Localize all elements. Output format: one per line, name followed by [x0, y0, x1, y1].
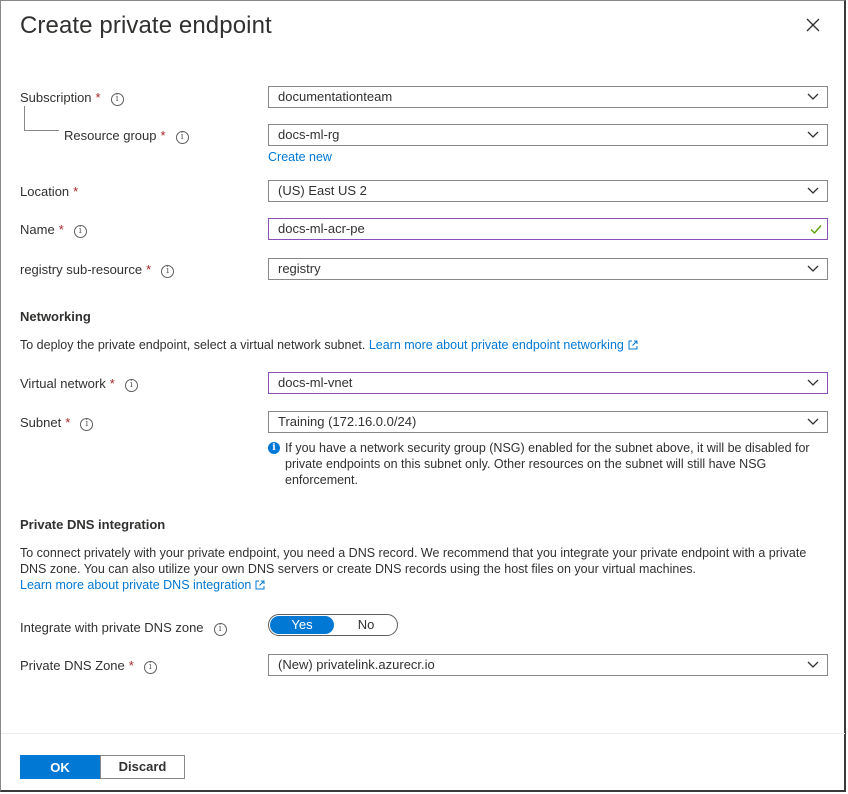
required-asterisk: *: [73, 184, 79, 199]
info-icon[interactable]: i: [213, 623, 227, 636]
dialog-title: Create private endpoint: [20, 12, 272, 39]
chevron-down-icon: [807, 131, 819, 138]
virtual-network-dropdown[interactable]: docs-ml-vnet: [268, 372, 828, 394]
learn-more-dns-link[interactable]: Learn more about private DNS integration: [20, 578, 265, 592]
name-input[interactable]: docs-ml-acr-pe: [268, 218, 828, 240]
tree-connector: [24, 106, 59, 131]
nsg-info-message: i If you have a network security group (…: [268, 440, 833, 488]
checkmark-icon: [810, 225, 822, 235]
resource-group-dropdown[interactable]: docs-ml-rg: [268, 124, 828, 146]
dns-zone-dropdown[interactable]: (New) privatelink.azurecr.io: [268, 654, 828, 676]
subscription-dropdown[interactable]: documentationteam: [268, 86, 828, 108]
chevron-down-icon: [807, 187, 819, 194]
dns-description: To connect privately with your private e…: [20, 546, 807, 592]
required-asterisk: *: [146, 262, 152, 277]
chevron-down-icon: [807, 661, 819, 668]
create-new-link[interactable]: Create new: [268, 150, 332, 164]
resource-group-label: Resource group * i: [64, 128, 189, 144]
info-icon[interactable]: i: [80, 418, 94, 431]
info-icon[interactable]: i: [143, 661, 157, 674]
ok-button[interactable]: OK: [20, 755, 100, 779]
discard-button[interactable]: Discard: [100, 755, 185, 779]
close-icon[interactable]: [804, 16, 822, 34]
chevron-down-icon: [807, 379, 819, 386]
required-asterisk: *: [58, 222, 64, 237]
location-dropdown[interactable]: (US) East US 2: [268, 180, 828, 202]
info-filled-icon: i: [268, 442, 280, 454]
sub-resource-label: registry sub-resource * i: [20, 262, 175, 278]
name-label: Name * i: [20, 222, 87, 238]
dns-zone-label: Private DNS Zone * i: [20, 658, 157, 674]
external-link-icon: [255, 580, 265, 590]
dns-heading: Private DNS integration: [20, 517, 166, 532]
info-icon[interactable]: i: [110, 93, 124, 106]
required-asterisk: *: [128, 658, 134, 673]
subnet-label: Subnet * i: [20, 415, 94, 431]
info-icon[interactable]: i: [161, 265, 175, 278]
learn-more-networking-link[interactable]: Learn more about private endpoint networ…: [369, 338, 638, 352]
location-label: Location *: [20, 184, 79, 199]
sub-resource-dropdown[interactable]: registry: [268, 258, 828, 280]
external-link-icon: [628, 340, 638, 350]
integrate-dns-label: Integrate with private DNS zone i: [20, 620, 227, 636]
required-asterisk: *: [109, 376, 115, 391]
chevron-down-icon: [807, 418, 819, 425]
footer-divider: [1, 733, 845, 734]
toggle-yes-option[interactable]: Yes: [270, 616, 334, 634]
subscription-label: Subscription * i: [20, 90, 124, 106]
networking-description: To deploy the private endpoint, select a…: [20, 337, 638, 353]
info-icon[interactable]: i: [73, 225, 87, 238]
toggle-no-option[interactable]: No: [335, 616, 397, 634]
nsg-info-text: If you have a network security group (NS…: [285, 441, 810, 487]
integrate-dns-toggle[interactable]: Yes No: [268, 614, 398, 636]
required-asterisk: *: [95, 90, 101, 105]
required-asterisk: *: [160, 128, 166, 143]
subnet-dropdown[interactable]: Training (172.16.0.0/24): [268, 411, 828, 433]
chevron-down-icon: [807, 265, 819, 272]
info-icon[interactable]: i: [175, 131, 189, 144]
chevron-down-icon: [807, 93, 819, 100]
virtual-network-label: Virtual network * i: [20, 376, 138, 392]
info-icon[interactable]: i: [124, 379, 138, 392]
required-asterisk: *: [65, 415, 71, 430]
networking-heading: Networking: [20, 309, 91, 324]
